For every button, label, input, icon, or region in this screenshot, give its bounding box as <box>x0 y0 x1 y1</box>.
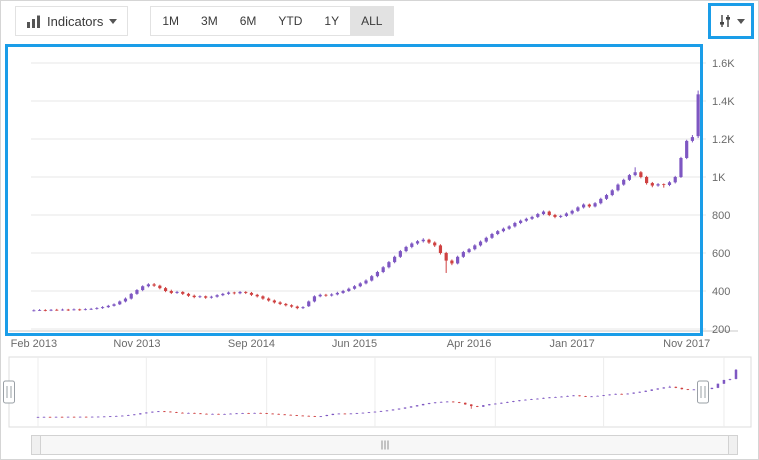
horizontal-scrollbar[interactable] <box>31 435 738 455</box>
svg-text:200: 200 <box>712 324 730 336</box>
indicators-label: Indicators <box>47 14 103 29</box>
navigator-right-handle[interactable] <box>698 381 709 403</box>
sliders-icon <box>717 13 733 29</box>
candlestick-series <box>32 91 699 312</box>
toolbar: Indicators 1M3M6MYTD1YALL <box>1 1 758 41</box>
svg-text:1.2K: 1.2K <box>712 134 735 146</box>
svg-text:Nov 2017: Nov 2017 <box>663 338 710 350</box>
period-selector: 1M3M6MYTD1YALL <box>150 6 394 36</box>
navigator-left-handle[interactable] <box>4 381 15 403</box>
scrollbar-right-cap[interactable] <box>728 436 737 454</box>
navigator-gridlines <box>38 357 724 427</box>
period-button-all[interactable]: ALL <box>350 7 393 35</box>
svg-text:800: 800 <box>712 210 730 222</box>
main-chart-y-axis-labels: 200 400 600 800 1K 1.2K 1.4K 1.6K <box>712 58 735 336</box>
period-button-6m[interactable]: 6M <box>229 7 268 35</box>
indicators-button[interactable]: Indicators <box>15 6 128 36</box>
svg-text:400: 400 <box>712 286 730 298</box>
scrollbar-left-cap[interactable] <box>32 436 41 454</box>
svg-text:1.4K: 1.4K <box>712 96 735 108</box>
svg-text:Sep 2014: Sep 2014 <box>228 338 275 350</box>
period-button-ytd[interactable]: YTD <box>267 7 313 35</box>
main-chart-x-axis-labels: Feb 2013 Nov 2013 Sep 2014 Jun 2015 Apr 2016… <box>11 338 711 350</box>
main-chart-gridlines <box>9 63 738 331</box>
caret-down-icon <box>109 19 117 24</box>
period-button-1y[interactable]: 1Y <box>313 7 350 35</box>
stock-chart-widget: Indicators 1M3M6MYTD1YALL 200 400 600 800 1K… <box>0 0 759 460</box>
svg-text:Jan 2017: Jan 2017 <box>550 338 595 350</box>
chart-settings-button[interactable] <box>711 6 751 36</box>
period-button-1m[interactable]: 1M <box>151 7 190 35</box>
svg-text:Nov 2013: Nov 2013 <box>113 338 160 350</box>
period-button-3m[interactable]: 3M <box>190 7 229 35</box>
main-candlestick-chart[interactable]: 200 400 600 800 1K 1.2K 1.4K 1.6K Feb 2013 Nov 20… <box>1 41 759 353</box>
highlight-box-settings <box>708 3 754 39</box>
svg-text:Feb 2013: Feb 2013 <box>11 338 57 350</box>
bar-chart-icon <box>26 14 41 29</box>
navigator-chart[interactable] <box>1 353 759 435</box>
range-navigator <box>1 353 758 435</box>
main-chart-area: 200 400 600 800 1K 1.2K 1.4K 1.6K Feb 2013 Nov 20… <box>1 41 758 353</box>
scrollbar-grip-icon[interactable] <box>381 441 388 450</box>
svg-text:1.6K: 1.6K <box>712 58 735 70</box>
navigator-series <box>37 369 737 418</box>
caret-down-icon <box>737 19 745 24</box>
svg-text:600: 600 <box>712 248 730 260</box>
svg-text:Apr 2016: Apr 2016 <box>447 338 492 350</box>
svg-text:1K: 1K <box>712 172 726 184</box>
svg-text:Jun 2015: Jun 2015 <box>332 338 377 350</box>
